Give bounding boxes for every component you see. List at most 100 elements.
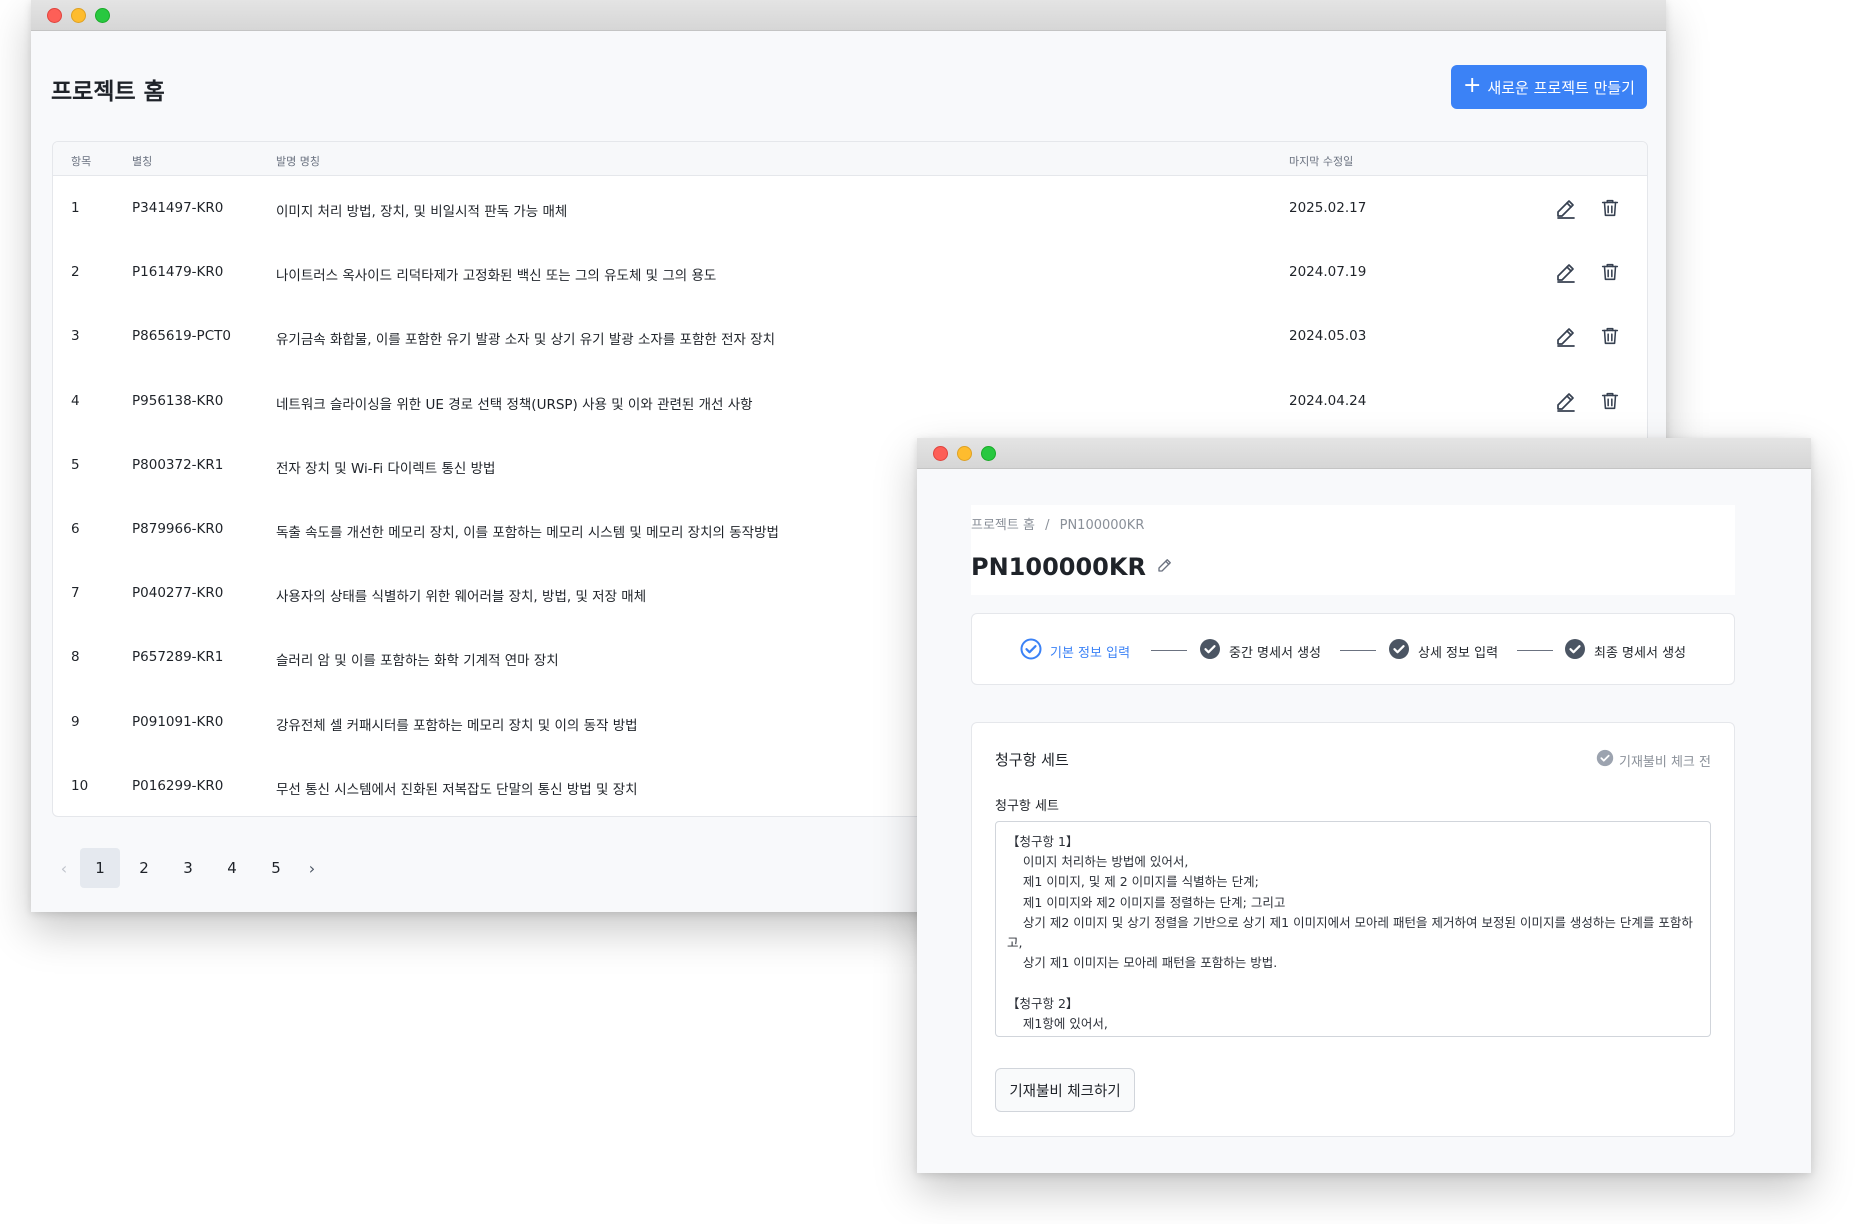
row-alias: P341497-KR0: [132, 200, 224, 216]
page-button[interactable]: 4: [212, 848, 252, 888]
window-titlebar: [917, 438, 1811, 469]
row-alias: P016299-KR0: [132, 777, 224, 794]
row-invention-name[interactable]: 슬러리 암 및 이를 포함하는 화학 기계적 연마 장치: [276, 649, 559, 669]
breadcrumb-home[interactable]: 프로젝트 홈: [971, 518, 1035, 533]
chevron-right-icon[interactable]: ›: [300, 848, 324, 888]
row-number: 8: [71, 649, 80, 666]
row-invention-name[interactable]: 전자 장치 및 Wi-Fi 다이렉트 통신 방법: [276, 457, 495, 477]
row-number: 6: [71, 520, 80, 537]
row-alias: P161479-KR0: [132, 264, 224, 281]
table-row[interactable]: 3 P865619-PCT0 유기금속 화합물, 이를 포함한 유기 발광 소자 및…: [53, 304, 1647, 368]
row-alias: P956138-KR0: [132, 392, 224, 409]
check-circle-icon: [1199, 638, 1221, 664]
column-header-no[interactable]: 항목: [71, 153, 91, 169]
page-button[interactable]: 5: [256, 848, 296, 888]
close-window-button[interactable]: [933, 446, 948, 461]
check-circle-icon: [1596, 749, 1614, 771]
edit-title-icon[interactable]: [1156, 556, 1174, 578]
minimize-window-button[interactable]: [957, 446, 972, 461]
page-button[interactable]: 2: [124, 848, 164, 888]
claims-field-label: 청구항 세트: [995, 799, 1059, 814]
maximize-window-button[interactable]: [95, 8, 110, 23]
row-number: 7: [71, 585, 80, 602]
step-final-spec[interactable]: 최종 명세서 생성: [1564, 638, 1686, 664]
row-modified-date: 2024.07.19: [1289, 264, 1367, 281]
step-connector: [1151, 650, 1187, 651]
row-invention-name[interactable]: 사용자의 상태를 식별하기 위한 웨어러블 장치, 방법, 및 저장 매체: [276, 585, 646, 605]
page-list: 12345: [80, 848, 300, 888]
step-basic-info[interactable]: 기본 정보 입력: [1020, 638, 1130, 664]
step-connector: [1517, 650, 1553, 651]
row-invention-name[interactable]: 나이트러스 옥사이드 리덕타제가 고정화된 백신 또는 그의 유도체 및 그의 …: [276, 264, 716, 284]
step-label: 최종 명세서 생성: [1594, 645, 1686, 661]
row-alias: P879966-KR0: [132, 520, 224, 537]
new-project-button[interactable]: + 새로운 프로젝트 만들기: [1451, 65, 1647, 109]
row-alias: P865619-PCT0: [132, 328, 231, 345]
card-title: 청구항 세트: [995, 751, 1069, 769]
plus-icon: +: [1463, 73, 1482, 98]
row-invention-name[interactable]: 강유전체 셀 커패시터를 포함하는 메모리 장치 및 이의 동작 방법: [276, 714, 638, 734]
edit-icon[interactable]: [1552, 387, 1580, 415]
row-number: 10: [71, 777, 89, 794]
window-titlebar: [31, 0, 1666, 31]
row-alias: P091091-KR0: [132, 713, 224, 730]
page-button[interactable]: 1: [80, 848, 120, 888]
page-title: 프로젝트 홈: [51, 79, 165, 105]
row-modified-date: 2024.04.24: [1289, 392, 1367, 409]
row-number: 4: [71, 392, 80, 409]
row-modified-date: 2025.02.17: [1289, 200, 1367, 216]
row-alias: P800372-KR1: [132, 456, 224, 473]
close-window-button[interactable]: [47, 8, 62, 23]
row-number: 1: [71, 200, 80, 216]
row-number: 9: [71, 713, 80, 730]
pagination: ‹ 12345 ›: [52, 848, 328, 888]
project-detail-window: 프로젝트 홈 / PN100000KR PN100000KR 기본 정보 입력 …: [917, 438, 1811, 1173]
breadcrumb-current: PN100000KR: [1059, 518, 1145, 533]
claims-card: 청구항 세트 기재불비 체크 전 청구항 세트 【청구항 1】 이미지 처리하는…: [971, 722, 1735, 1137]
step-label: 기본 정보 입력: [1050, 645, 1131, 661]
step-label: 중간 명세서 생성: [1229, 645, 1321, 661]
check-circle-icon: [1020, 638, 1042, 664]
trash-icon[interactable]: [1596, 258, 1624, 286]
edit-icon[interactable]: [1552, 322, 1580, 350]
table-header: 항목 별칭 발명 명칭 마지막 수정일: [53, 142, 1647, 176]
maximize-window-button[interactable]: [981, 446, 996, 461]
claims-textarea[interactable]: 【청구항 1】 이미지 처리하는 방법에 있어서, 제1 이미지, 및 제 2 …: [995, 821, 1711, 1037]
table-row[interactable]: 2 P161479-KR0 나이트러스 옥사이드 리덕타제가 고정화된 백신 또는 …: [53, 240, 1647, 304]
chevron-left-icon[interactable]: ‹: [52, 848, 76, 888]
step-connector: [1340, 650, 1376, 651]
project-title: PN100000KR: [971, 553, 1146, 581]
progress-stepper: 기본 정보 입력 중간 명세서 생성 상세 정보 입력 최종 명세서 생성: [971, 613, 1735, 685]
check-deficiency-button[interactable]: 기재불비 체크하기: [995, 1068, 1135, 1112]
step-detail-info[interactable]: 상세 정보 입력: [1388, 638, 1498, 664]
row-number: 2: [71, 264, 80, 281]
check-circle-icon: [1564, 638, 1586, 664]
status-badge: 기재불비 체크 전: [1596, 749, 1711, 771]
row-invention-name[interactable]: 독출 속도를 개선한 메모리 장치, 이를 포함하는 메모리 시스템 및 메모리…: [276, 521, 779, 541]
column-header-alias[interactable]: 별칭: [132, 153, 152, 169]
row-alias: P040277-KR0: [132, 585, 224, 602]
table-row[interactable]: 4 P956138-KR0 네트워크 슬라이싱을 위한 UE 경로 선택 정책(UR…: [53, 369, 1647, 433]
row-invention-name[interactable]: 이미지 처리 방법, 장치, 및 비일시적 판독 가능 매체: [276, 200, 567, 220]
row-invention-name[interactable]: 유기금속 화합물, 이를 포함한 유기 발광 소자 및 상기 유기 발광 소자를…: [276, 328, 775, 348]
row-alias: P657289-KR1: [132, 649, 224, 666]
column-header-name[interactable]: 발명 명칭: [276, 153, 320, 169]
trash-icon[interactable]: [1596, 322, 1624, 350]
row-invention-name[interactable]: 네트워크 슬라이싱을 위한 UE 경로 선택 정책(URSP) 사용 및 이와 …: [276, 393, 753, 413]
step-intermediate-spec[interactable]: 중간 명세서 생성: [1199, 638, 1321, 664]
table-row[interactable]: 1 P341497-KR0 이미지 처리 방법, 장치, 및 비일시적 판독 가능 …: [53, 176, 1647, 240]
edit-icon[interactable]: [1552, 194, 1580, 222]
check-circle-icon: [1388, 638, 1410, 664]
trash-icon[interactable]: [1596, 387, 1624, 415]
new-project-label: 새로운 프로젝트 만들기: [1487, 78, 1635, 97]
page-button[interactable]: 3: [168, 848, 208, 888]
minimize-window-button[interactable]: [71, 8, 86, 23]
column-header-date[interactable]: 마지막 수정일: [1289, 153, 1353, 169]
trash-icon[interactable]: [1596, 194, 1624, 222]
row-invention-name[interactable]: 무선 통신 시스템에서 진화된 저복잡도 단말의 통신 방법 및 장치: [276, 778, 638, 798]
status-text: 기재불비 체크 전: [1619, 754, 1711, 770]
edit-icon[interactable]: [1552, 258, 1580, 286]
step-label: 상세 정보 입력: [1418, 645, 1499, 661]
row-number: 3: [71, 328, 80, 345]
breadcrumb-separator: /: [1045, 518, 1050, 533]
